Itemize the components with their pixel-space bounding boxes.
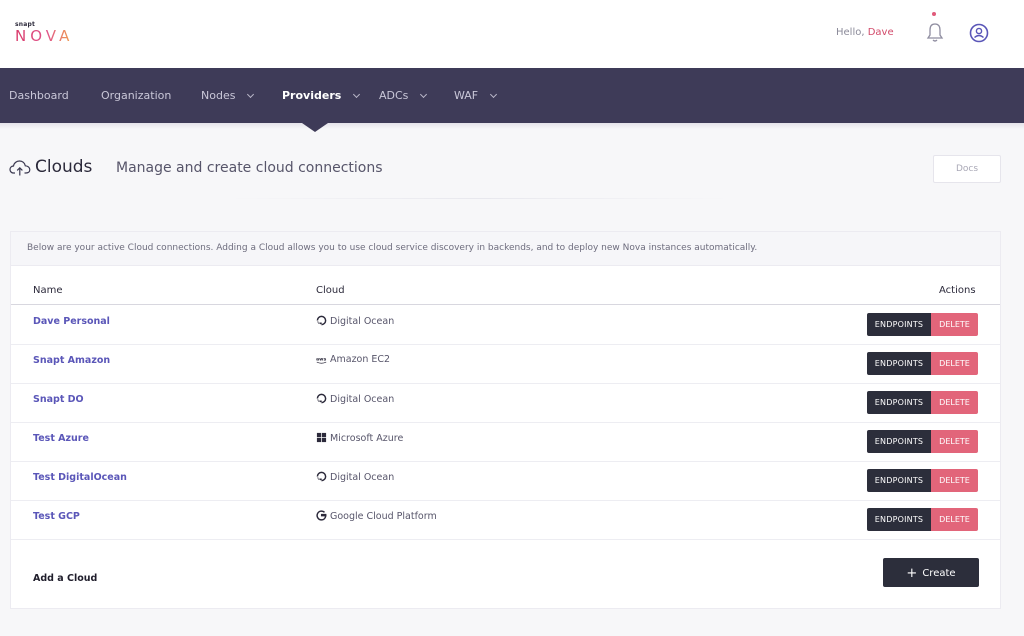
notification-dot [932,12,936,16]
cloud-provider: aws Amazon EC2 [316,354,390,368]
nav-item-adcs[interactable]: ADCs [379,89,427,102]
clouds-card: Below are your active Cloud connections.… [10,231,1001,609]
cloud-provider: Microsoft Azure [316,432,403,446]
cloud-provider: Digital Ocean [316,471,394,485]
intro-text: Below are your active Cloud connections.… [27,243,758,253]
chevron-down-icon [246,90,254,99]
bell-icon[interactable] [926,22,944,44]
endpoints-button[interactable]: ENDPOINTS [867,430,931,453]
google-icon [316,510,327,521]
nav-item-waf[interactable]: WAF [454,89,497,102]
endpoints-button[interactable]: ENDPOINTS [867,313,931,336]
main-navbar: Dashboard Organization Nodes Providers A… [0,68,1024,123]
delete-button[interactable]: DELETE [931,313,978,336]
user-account-icon[interactable] [969,23,989,43]
card-intro: Below are your active Cloud connections.… [11,232,1000,266]
nova-logo[interactable]: snapt NOVA [15,22,74,45]
cloud-upload-icon [9,160,31,176]
digital-ocean-icon [316,393,327,404]
plus-icon: + [906,566,918,581]
cloud-provider: Digital Ocean [316,315,394,329]
table-row: Dave Personal Digital Ocean ENDPOINTS DELET… [11,306,1000,345]
cloud-name-link[interactable]: Test DigitalOcean [33,472,127,483]
active-nav-pointer [302,123,328,132]
digital-ocean-icon [316,471,327,482]
delete-button[interactable]: DELETE [931,430,978,453]
cloud-provider: Google Cloud Platform [316,510,437,524]
nav-label: ADCs [379,89,409,102]
endpoints-button[interactable]: ENDPOINTS [867,469,931,492]
column-header-actions: Actions [939,285,976,296]
column-header-cloud: Cloud [316,285,345,296]
delete-button[interactable]: DELETE [931,469,978,492]
endpoints-button[interactable]: ENDPOINTS [867,391,931,414]
page-subtitle: Manage and create cloud connections [116,160,383,176]
table-row: Test DigitalOcean Digital Ocean ENDPOINTS D… [11,462,1000,501]
cloud-name-link[interactable]: Snapt DO [33,394,84,405]
create-cloud-button[interactable]: + Create [883,558,979,587]
cloud-provider-label: Google Cloud Platform [330,511,437,522]
nav-item-nodes[interactable]: Nodes [201,89,254,102]
nav-label: Nodes [201,89,236,102]
cloud-provider: Digital Ocean [316,393,394,407]
delete-button[interactable]: DELETE [931,508,978,531]
chevron-down-icon [489,90,497,99]
cloud-provider-label: Digital Ocean [330,472,395,483]
table-row: Snapt DO Digital Ocean ENDPOINTS DELETE [11,384,1000,423]
microsoft-icon [316,432,327,443]
delete-button[interactable]: DELETE [931,352,978,375]
cloud-name-link[interactable]: Test Azure [33,433,89,444]
cloud-name-link[interactable]: Snapt Amazon [33,355,110,366]
table-row: Snapt Amazon aws Amazon EC2 ENDPOINTS DELETE [11,345,1000,384]
table-row: Test GCP Google Cloud Platform ENDPOINTS DE… [11,501,1000,540]
greeting-text: Hello, [836,27,865,38]
table-row: Test Azure Microsoft Azure ENDPOINTS DELETE [11,423,1000,462]
cloud-provider-label: Digital Ocean [330,316,395,327]
chevron-down-icon [419,90,427,99]
nav-label: Providers [282,89,342,102]
chevron-down-icon [353,90,361,99]
nav-item-organization[interactable]: Organization [101,89,171,102]
nav-label: Dashboard [9,89,69,102]
endpoints-button[interactable]: ENDPOINTS [867,352,931,375]
table-header-divider [11,304,1000,305]
cloud-provider-label: Microsoft Azure [330,433,404,444]
user-greeting: Hello, Dave [836,27,894,38]
svg-text:aws: aws [316,357,326,362]
docs-button[interactable]: Docs [933,155,1001,183]
cloud-provider-label: Digital Ocean [330,394,395,405]
navbar-shadow [0,123,1024,129]
top-header: snapt NOVA Hello, Dave [0,0,1024,68]
digital-ocean-icon [316,315,327,326]
create-label: Create [922,568,956,579]
endpoints-button[interactable]: ENDPOINTS [867,508,931,531]
cloud-name-link[interactable]: Test GCP [33,511,80,522]
page-title: Clouds [35,157,93,177]
add-cloud-label: Add a Cloud [33,573,98,584]
aws-icon: aws [316,355,327,366]
nav-item-providers[interactable]: Providers [282,89,361,102]
column-header-name: Name [33,285,63,296]
nav-label: WAF [454,89,479,102]
nav-item-dashboard[interactable]: Dashboard [9,89,69,102]
delete-button[interactable]: DELETE [931,391,978,414]
cloud-name-link[interactable]: Dave Personal [33,316,110,327]
nav-label: Organization [101,89,172,102]
greeting-user-name: Dave [867,27,894,38]
cloud-provider-label: Amazon EC2 [330,354,391,365]
header-divider [230,198,730,199]
logo-brand-main: NOVA [15,27,74,45]
